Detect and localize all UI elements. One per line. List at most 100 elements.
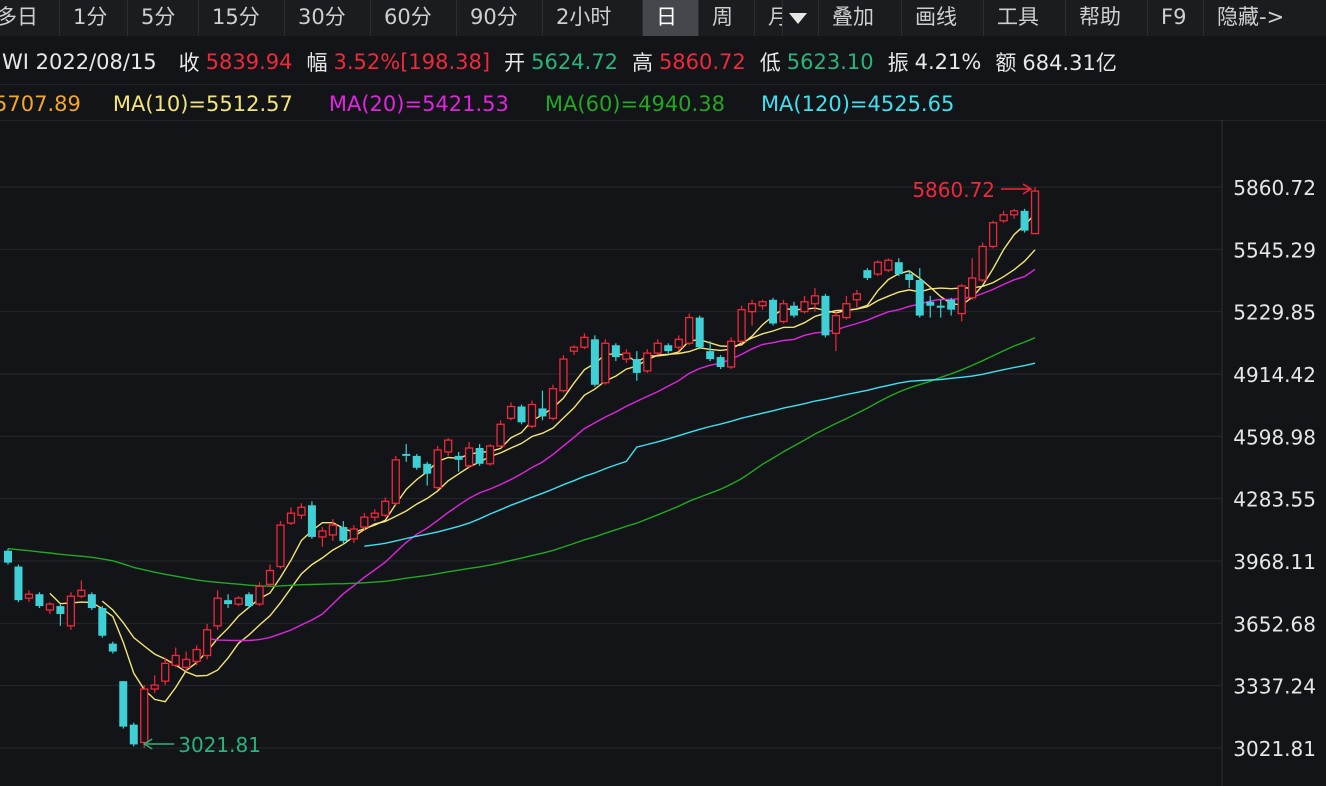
candle-up — [1030, 187, 1040, 235]
candle-body — [863, 270, 872, 279]
tab-60min[interactable]: 60分 — [371, 0, 457, 36]
draw-line-button[interactable]: 画线 — [902, 0, 984, 36]
candle-up — [213, 590, 222, 630]
candle-body — [412, 455, 421, 468]
candle-up — [234, 596, 243, 607]
candle-up — [349, 525, 358, 543]
tab-weekly[interactable]: 周 — [699, 0, 755, 36]
candle-body — [779, 303, 788, 323]
candle-body — [370, 512, 379, 518]
candle-up — [370, 509, 379, 522]
ma60-line — [7, 337, 1036, 588]
tab-multi-day[interactable]: 多日 — [0, 0, 60, 36]
amount-label: 额 — [995, 51, 1017, 75]
tab-5min[interactable]: 5分 — [128, 0, 199, 36]
candle-body — [831, 314, 841, 335]
hide-button[interactable]: 隐藏-> — [1204, 0, 1300, 36]
ma20-line — [206, 268, 1036, 642]
chevron-down-icon[interactable] — [783, 0, 819, 36]
candle-up — [601, 339, 610, 385]
candle-body — [527, 403, 537, 427]
candle-down — [14, 564, 23, 603]
candle-up — [202, 623, 212, 660]
amount-value: 684.31亿 — [1022, 51, 1117, 75]
tab-90min[interactable]: 90分 — [457, 0, 543, 36]
candle-up — [433, 446, 442, 490]
y-tick-label: 4283.55 — [1233, 488, 1316, 512]
candle-body — [842, 303, 851, 319]
candle-body — [192, 648, 201, 663]
candle-body — [402, 453, 411, 456]
tab-2hour[interactable]: 2小时 — [543, 0, 643, 36]
ma5-value: 5707.89 — [0, 92, 81, 116]
candle-body — [381, 500, 390, 516]
close-label: 收 — [178, 51, 200, 75]
low-label: 低 — [759, 51, 781, 75]
candle-up — [842, 295, 851, 320]
candle-up — [1009, 208, 1019, 219]
candle-body — [161, 662, 170, 682]
candle-up — [747, 299, 757, 326]
candle-body — [475, 447, 484, 464]
candle-up — [464, 442, 474, 468]
candle-body — [978, 245, 987, 281]
candle-body — [936, 305, 945, 308]
candle-body — [150, 684, 159, 690]
candle-up — [622, 349, 631, 364]
candle-body — [706, 351, 715, 360]
candle-body — [454, 455, 463, 460]
candle-down — [936, 299, 945, 318]
candle-up — [391, 455, 400, 506]
candle-down — [108, 641, 117, 654]
candle-up — [276, 521, 285, 569]
f9-button[interactable]: F9 — [1148, 0, 1204, 36]
candle-body — [716, 357, 725, 367]
y-tick-label: 3968.11 — [1233, 550, 1316, 574]
candle-up — [559, 355, 568, 393]
tab-1min[interactable]: 1分 — [60, 0, 128, 36]
candle-down — [664, 343, 673, 354]
candle-body — [224, 600, 233, 605]
candle-up — [779, 299, 788, 324]
moving-average-lines — [7, 213, 1036, 703]
candle-body — [968, 277, 977, 299]
candle-body — [87, 594, 96, 609]
candle-body — [894, 262, 903, 275]
candle-body — [77, 589, 86, 597]
candle-down — [224, 594, 233, 609]
candle-body — [182, 658, 191, 668]
candle-body — [255, 585, 264, 605]
candle-down — [926, 295, 935, 318]
candle-body — [873, 261, 882, 275]
candle-body — [245, 594, 254, 607]
tab-monthly[interactable]: 月 — [755, 0, 783, 36]
candle-up — [685, 313, 694, 346]
tools-button[interactable]: 工具 — [984, 0, 1066, 36]
code-date: WI 2022/08/15 — [2, 50, 157, 74]
tab-daily[interactable]: 日 — [643, 0, 699, 36]
candle-up — [496, 420, 505, 448]
candle-body — [66, 595, 76, 627]
max-arrow-icon — [1001, 183, 1033, 195]
tab-15min[interactable]: 15分 — [199, 0, 285, 36]
candle-body — [485, 445, 495, 465]
overlay-button[interactable]: 叠加 — [819, 0, 902, 36]
help-button[interactable]: 帮助 — [1066, 0, 1148, 36]
candlestick-chart[interactable]: 5860.72 5545.29 5229.85 4914.42 4598.98 4283.… — [0, 120, 1326, 786]
candle-down — [245, 592, 254, 609]
candle-body — [643, 352, 652, 372]
tab-30min[interactable]: 30分 — [285, 0, 371, 36]
amplitude-value: 4.21% — [914, 50, 982, 74]
candle-up — [45, 602, 55, 614]
candle-body — [548, 388, 558, 419]
candle-body — [957, 285, 966, 315]
candle-up — [831, 311, 841, 352]
quote-info-bar: WI 2022/08/15 收 5839.94 幅 3.52%[198.38] … — [0, 40, 1326, 84]
candle-body — [171, 654, 180, 667]
candle-up — [978, 242, 987, 282]
candle-down — [4, 548, 12, 565]
candle-body — [1020, 210, 1029, 231]
candle-body — [569, 346, 579, 352]
candle-body — [559, 358, 568, 392]
ma10-line — [101, 249, 1036, 677]
